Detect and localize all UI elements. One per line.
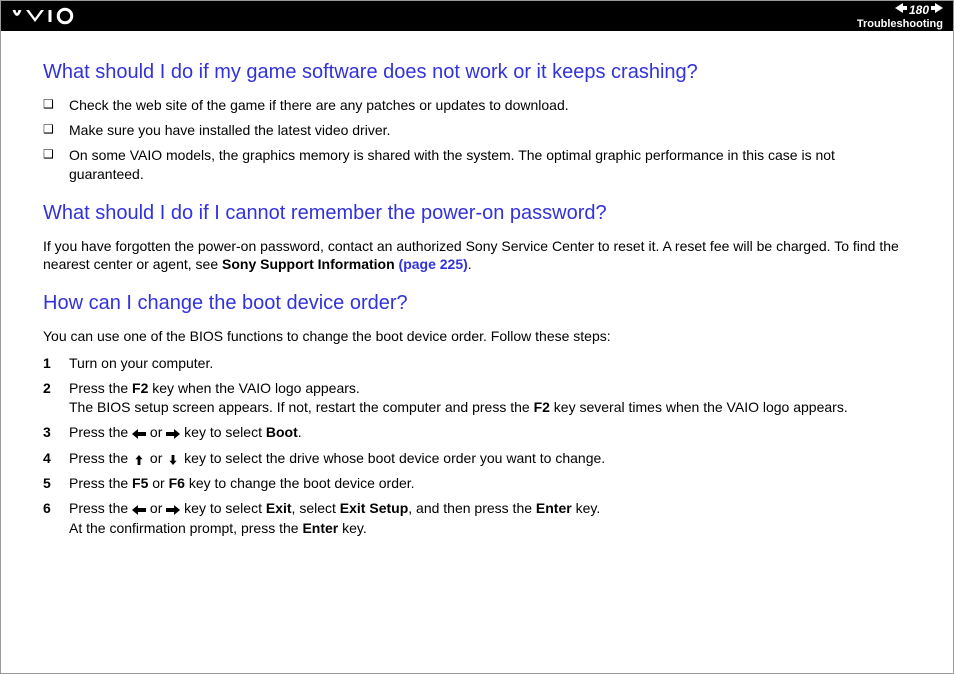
step-text: Turn on your computer. [69, 354, 911, 373]
step-item: 2 Press the F2 key when the VAIO logo ap… [43, 379, 911, 417]
page-reference-link[interactable]: (page 225) [395, 256, 468, 272]
q1-heading: What should I do if my game software doe… [43, 61, 911, 84]
section-label: Troubleshooting [857, 18, 943, 30]
bullet-icon: ❑ [43, 121, 69, 137]
key-exit-setup: Exit Setup [340, 500, 408, 516]
content-area: What should I do if my game software doe… [1, 31, 953, 564]
vaio-logo [11, 5, 101, 28]
next-page-arrow-icon[interactable] [931, 3, 943, 16]
step-number: 1 [43, 354, 69, 373]
list-item: ❑ Check the web site of the game if ther… [43, 96, 911, 115]
step-text: Press the or key to select Boot. [69, 423, 911, 443]
key-exit: Exit [266, 500, 292, 516]
bullet-text: On some VAIO models, the graphics memory… [69, 146, 911, 184]
step-text: Press the or key to select Exit, select … [69, 499, 911, 538]
q3-steps-list: 1 Turn on your computer. 2 Press the F2 … [43, 354, 911, 538]
arrow-left-icon [132, 424, 146, 443]
step-number: 6 [43, 499, 69, 518]
step-item: 4 Press the or key to select the drive w… [43, 449, 911, 469]
step-number: 2 [43, 379, 69, 398]
support-link-label: Sony Support Information [222, 256, 395, 272]
key-f2: F2 [132, 380, 148, 396]
step-item: 5 Press the F5 or F6 key to change the b… [43, 474, 911, 493]
step-number: 3 [43, 423, 69, 442]
q3-heading: How can I change the boot device order? [43, 292, 911, 315]
step-text: Press the or key to select the drive who… [69, 449, 911, 469]
bullet-text: Make sure you have installed the latest … [69, 121, 911, 140]
header-right: 180 Troubleshooting [857, 3, 943, 30]
key-f5: F5 [132, 475, 148, 491]
list-item: ❑ Make sure you have installed the lates… [43, 121, 911, 140]
key-f2: F2 [534, 399, 550, 415]
step-text: Press the F5 or F6 key to change the boo… [69, 474, 911, 493]
q2-body: If you have forgotten the power-on passw… [43, 237, 911, 275]
page-nav: 180 [895, 3, 943, 17]
key-enter: Enter [536, 500, 572, 516]
page-number: 180 [909, 3, 929, 17]
q1-bullet-list: ❑ Check the web site of the game if ther… [43, 96, 911, 184]
step-text: Press the F2 key when the VAIO logo appe… [69, 379, 911, 417]
q2-heading: What should I do if I cannot remember th… [43, 202, 911, 225]
step-item: 3 Press the or key to select Boot. [43, 423, 911, 443]
body-text-post: . [468, 256, 472, 272]
step-item: 6 Press the or key to select Exit, selec… [43, 499, 911, 538]
bullet-icon: ❑ [43, 96, 69, 112]
bullet-text: Check the web site of the game if there … [69, 96, 911, 115]
step-number: 4 [43, 449, 69, 468]
arrow-up-icon [132, 449, 146, 468]
q3-intro: You can use one of the BIOS functions to… [43, 327, 911, 346]
key-enter: Enter [302, 520, 338, 536]
prev-page-arrow-icon[interactable] [895, 3, 907, 16]
arrow-down-icon [166, 449, 180, 468]
header-bar: 180 Troubleshooting [1, 1, 953, 31]
step-number: 5 [43, 474, 69, 493]
step-item: 1 Turn on your computer. [43, 354, 911, 373]
key-boot: Boot [266, 424, 298, 440]
bullet-icon: ❑ [43, 146, 69, 162]
key-f6: F6 [169, 475, 185, 491]
arrow-right-icon [166, 500, 180, 519]
arrow-right-icon [166, 424, 180, 443]
list-item: ❑ On some VAIO models, the graphics memo… [43, 146, 911, 184]
arrow-left-icon [132, 500, 146, 519]
